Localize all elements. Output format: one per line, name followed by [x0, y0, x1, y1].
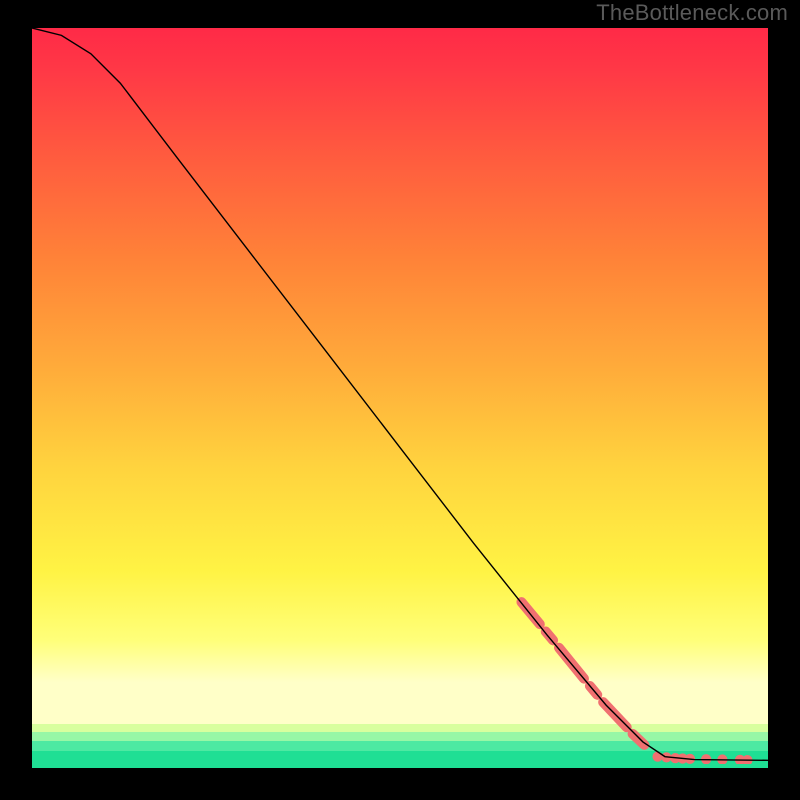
marker-segment — [546, 632, 553, 641]
plot-area — [32, 28, 768, 768]
chart-svg — [32, 28, 768, 764]
main-curve — [32, 28, 768, 760]
marker-segment — [633, 734, 645, 745]
marker-point — [652, 751, 662, 761]
marker-group — [521, 602, 752, 764]
watermark-text: TheBottleneck.com — [596, 0, 788, 26]
chart-container: TheBottleneck.com — [0, 0, 800, 800]
